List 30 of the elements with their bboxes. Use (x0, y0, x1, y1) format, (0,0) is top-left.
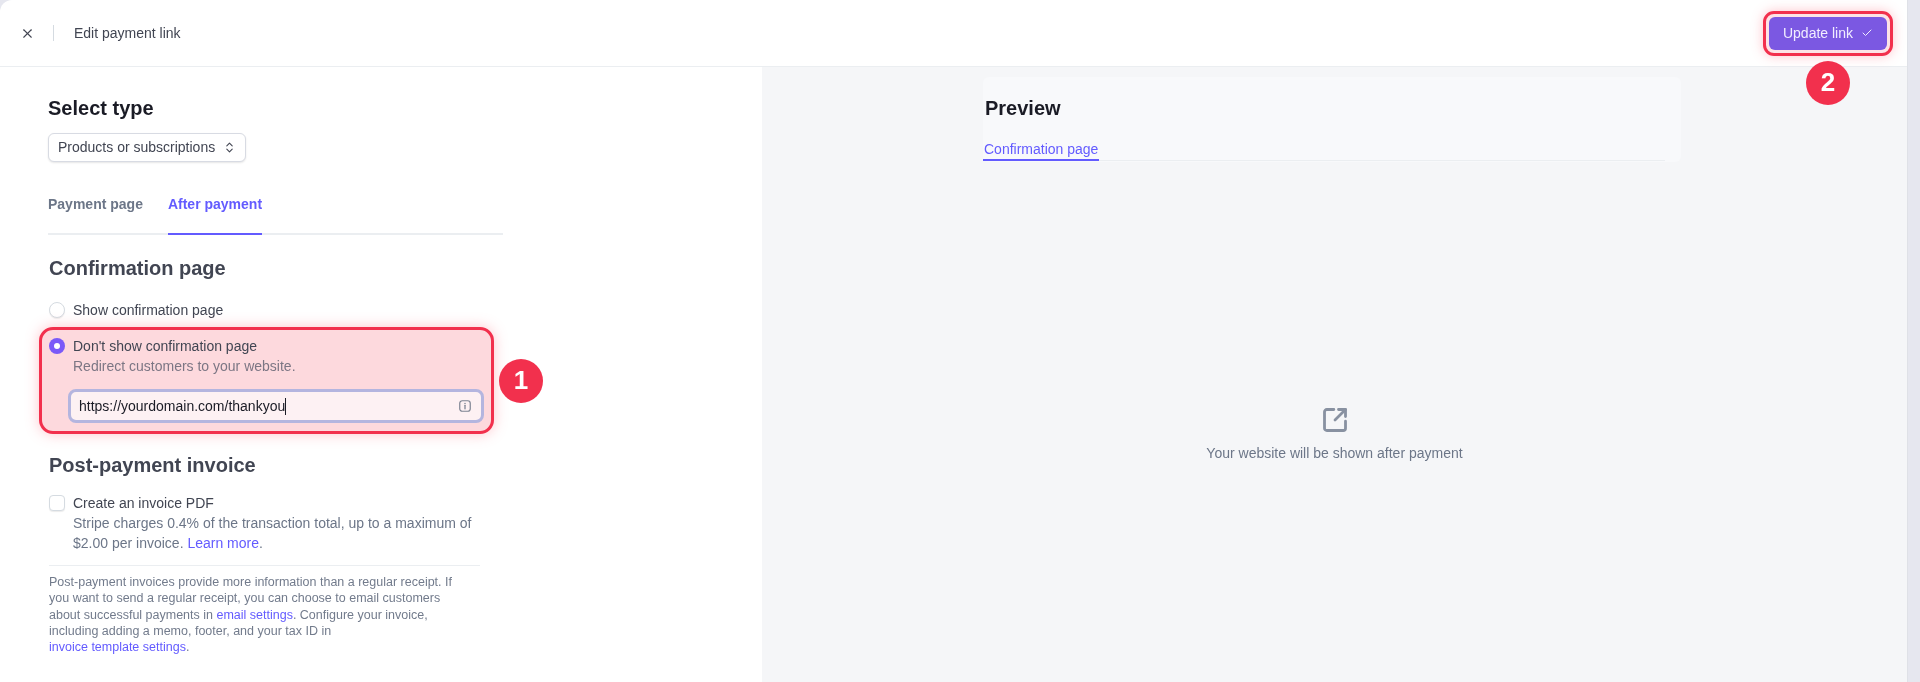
info-icon (459, 400, 471, 412)
preview-heading: Preview (985, 96, 1061, 121)
tab[interactable]: Payment page (48, 194, 143, 235)
url-input[interactable]: https://yourdomain.com/thankyou (68, 389, 484, 423)
option-description: Redirect customers to your website. (73, 357, 296, 376)
page-title: Edit payment link (74, 23, 181, 43)
section-heading: Confirmation page (49, 256, 226, 281)
checkbox-description: Stripe charges 0.4% of the transaction total, up to a maximum of $2.00 per invoice. Learn more. (73, 514, 473, 553)
tab[interactable]: After payment (167, 194, 263, 235)
option-label: Don't show confirmation page (73, 337, 257, 356)
inline-link[interactable]: email settings (216, 607, 293, 622)
checkbox-label: Create an invoice PDF (73, 494, 214, 513)
section-heading: Post-payment invoice (49, 453, 256, 478)
external-link-icon (1320, 406, 1349, 434)
text-cursor (285, 397, 287, 415)
empty-state-message: Your website will be shown after payment (1206, 444, 1463, 463)
check-icon (1861, 27, 1873, 39)
option-label: Show confirmation page (73, 301, 224, 320)
annotation-badge: 2 (1806, 60, 1850, 105)
update-link-button[interactable]: Update link (1769, 16, 1887, 50)
inline-link[interactable]: invoice template settings (49, 640, 186, 654)
radio-button[interactable] (49, 302, 65, 318)
annotation-badge: 1 (499, 358, 543, 403)
inline-link[interactable]: Learn more (187, 535, 259, 551)
type-select[interactable]: Products or subscriptions (48, 133, 247, 162)
invoice-note: Post-payment invoices provide more information than a regular receipt. If you want to send a regular receipt, you can choose to email customers about successful payments in email settings. Configure your invoice, including adding a memo, footer, and your tax ID in invoice template settings. (49, 574, 453, 656)
checkbox[interactable] (49, 495, 65, 511)
radio-button[interactable] (49, 338, 65, 354)
section-heading: Select type (48, 96, 154, 121)
preview-tab[interactable]: Confirmation page (983, 139, 1100, 161)
